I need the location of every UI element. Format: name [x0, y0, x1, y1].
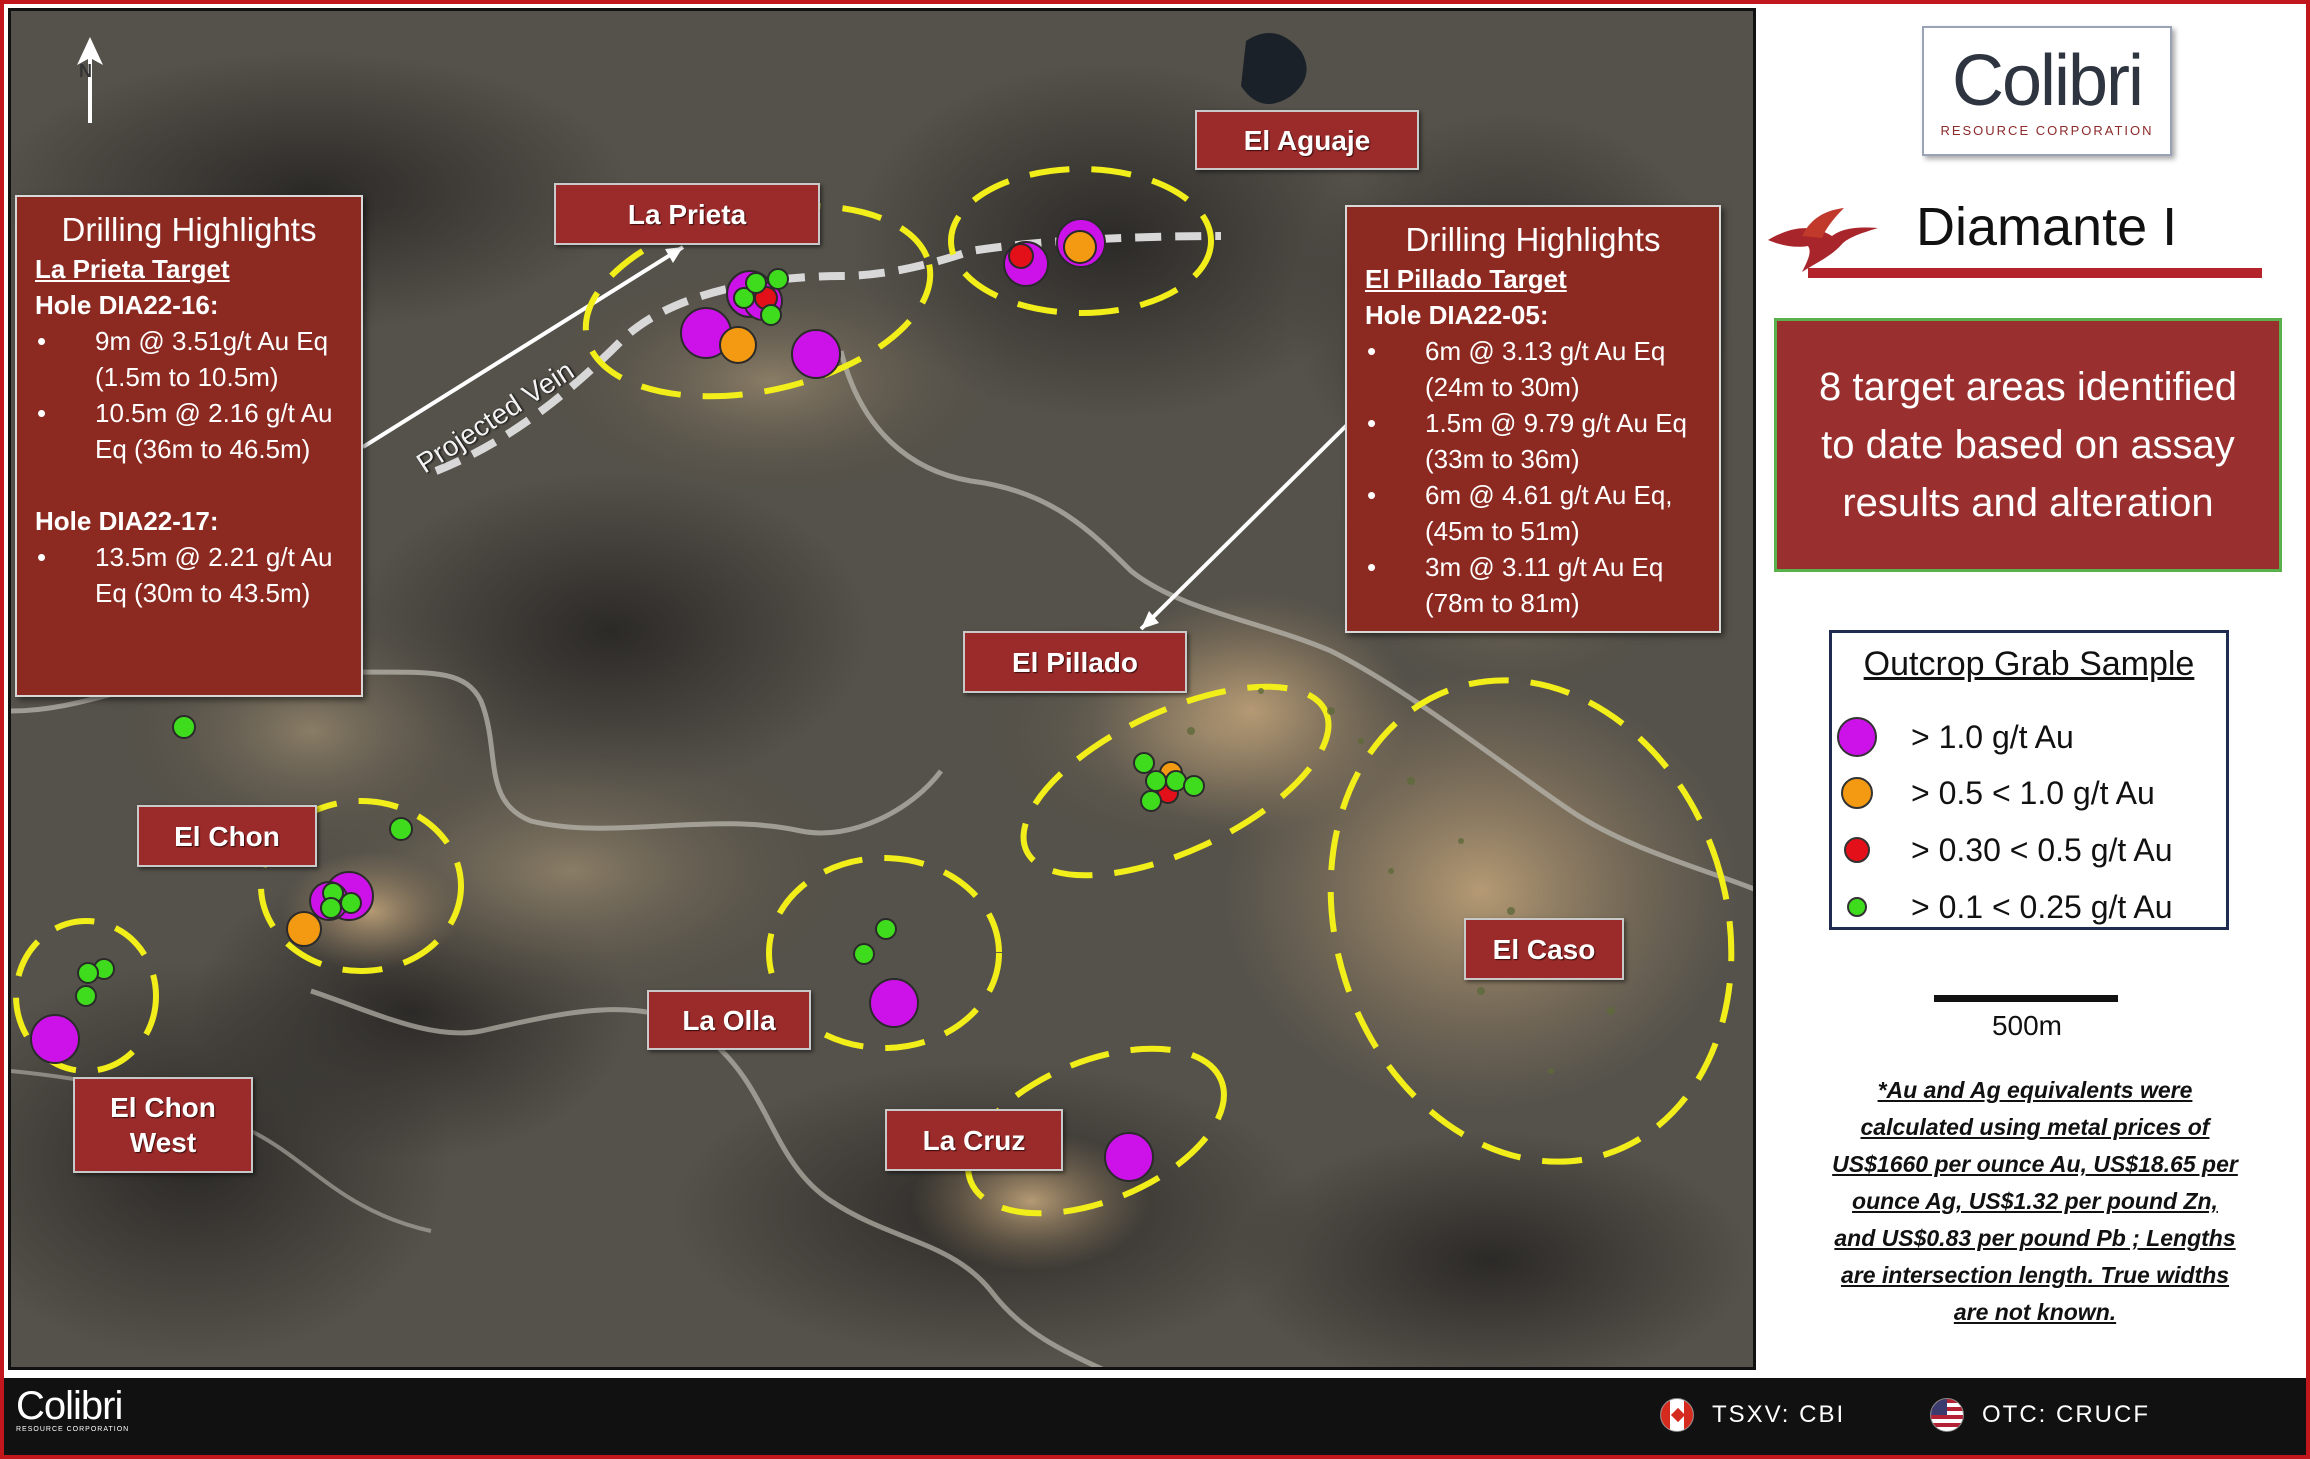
tsxv-ticker[interactable]: TSXV: CBI [1660, 1398, 1845, 1432]
label-la-cruz[interactable]: La Cruz [885, 1109, 1063, 1171]
drilling-title: Drilling Highlights [1405, 221, 1661, 258]
legend-item: > 0.30 < 0.5 g/t Au [1832, 825, 2173, 875]
legend-dot-purple [1837, 717, 1877, 757]
canada-flag-icon [1660, 1398, 1694, 1432]
label-la-olla[interactable]: La Olla [647, 990, 811, 1050]
target-areas-callout: 8 target areas identified to date based … [1774, 318, 2282, 572]
drilling-hole: Hole DIA22-05: [1365, 300, 1549, 330]
drilling-results: 6m @ 3.13 g/t Au Eq (24m to 30m) 1.5m @ … [1365, 333, 1701, 621]
legend-dot-orange [1841, 777, 1873, 809]
label-el-pillado[interactable]: El Pillado [963, 631, 1187, 693]
label-el-chon-west-line2: West [129, 1127, 197, 1158]
drilling-result: 6m @ 4.61 g/t Au Eq, (45m to 51m) [1365, 477, 1701, 549]
legend-label: > 0.30 < 0.5 g/t Au [1911, 831, 2173, 868]
label-el-caso[interactable]: El Caso [1464, 918, 1624, 980]
scale-bar [1934, 995, 2118, 1002]
satellite-map[interactable]: N Projected Vein La Prieta El Aguaje El … [8, 8, 1756, 1370]
drilling-target: La Prieta Target [35, 254, 230, 284]
footer-logo: Colibri RESOURCE CORPORATION [16, 1386, 129, 1433]
drilling-result: 10.5m @ 2.16 g/t Au Eq (36m to 46.5m) [35, 395, 343, 467]
legend-dot-green [1847, 897, 1867, 917]
north-arrow-icon: N [73, 35, 107, 132]
drilling-hole: Hole DIA22-17: [35, 506, 219, 536]
legend-label: > 0.1 < 0.25 g/t Au [1911, 888, 2173, 925]
legend-item: > 0.5 < 1.0 g/t Au [1832, 768, 2155, 818]
label-el-chon[interactable]: El Chon [137, 805, 317, 867]
otc-label: OTC: CRUCF [1982, 1401, 2150, 1428]
legend-title: Outcrop Grab Sample [1863, 645, 2195, 683]
legend: Outcrop Grab Sample > 1.0 g/t Au > 0.5 <… [1829, 630, 2229, 930]
label-el-aguaje[interactable]: El Aguaje [1195, 110, 1419, 170]
label-la-prieta[interactable]: La Prieta [554, 183, 820, 245]
legend-label: > 1.0 g/t Au [1911, 718, 2074, 755]
drilling-result: 3m @ 3.11 g/t Au Eq (78m to 81m) [1365, 549, 1701, 621]
legend-label: > 0.5 < 1.0 g/t Au [1911, 774, 2155, 811]
footer-logo-name: Colibri [16, 1384, 123, 1428]
drilling-result: 1.5m @ 9.79 g/t Au Eq (33m to 36m) [1365, 405, 1701, 477]
legend-item: > 0.1 < 0.25 g/t Au [1832, 882, 2173, 932]
usa-flag-icon [1930, 1398, 1964, 1432]
label-el-chon-west[interactable]: El Chon West [73, 1077, 253, 1173]
logo-subtitle: RESOURCE CORPORATION [1940, 122, 2154, 138]
footer-bar: Colibri RESOURCE CORPORATION TSXV: CBI O… [4, 1378, 2306, 1455]
drilling-result: 9m @ 3.51g/t Au Eq (1.5m to 10.5m) [35, 323, 343, 395]
north-label: N [79, 61, 92, 81]
hummingbird-icon [1768, 208, 1878, 272]
drilling-results: 9m @ 3.51g/t Au Eq (1.5m to 10.5m) 10.5m… [35, 323, 343, 467]
drilling-highlights-la-prieta: Drilling Highlights La Prieta Target Hol… [15, 195, 363, 697]
colibri-logo: Colibri RESOURCE CORPORATION [1922, 26, 2172, 156]
page-title: Diamante I [1916, 197, 2178, 257]
label-el-chon-west-line1: El Chon [110, 1092, 216, 1123]
scale-label: 500m [1991, 1010, 2063, 1041]
tsxv-label: TSXV: CBI [1712, 1401, 1846, 1428]
otc-ticker[interactable]: OTC: CRUCF [1930, 1398, 2150, 1432]
drilling-result: 13.5m @ 2.21 g/t Au Eq (30m to 43.5m) [35, 539, 343, 611]
legend-dot-red [1844, 837, 1870, 863]
logo-name: Colibri [1951, 40, 2144, 121]
footer-logo-subtitle: RESOURCE CORPORATION [16, 1426, 130, 1433]
drilling-results: 13.5m @ 2.21 g/t Au Eq (30m to 43.5m) [35, 539, 343, 611]
equivalents-note: *Au and Ag equivalents were calculated u… [1832, 1077, 2238, 1325]
drilling-target: El Pillado Target [1365, 264, 1567, 294]
drilling-hole: Hole DIA22-16: [35, 290, 219, 320]
legend-item: > 1.0 g/t Au [1832, 712, 2074, 762]
drilling-highlights-el-pillado: Drilling Highlights El Pillado Target Ho… [1345, 205, 1721, 633]
drilling-result: 6m @ 3.13 g/t Au Eq (24m to 30m) [1365, 333, 1701, 405]
title-underline [1808, 268, 2262, 278]
drilling-title: Drilling Highlights [61, 211, 317, 248]
